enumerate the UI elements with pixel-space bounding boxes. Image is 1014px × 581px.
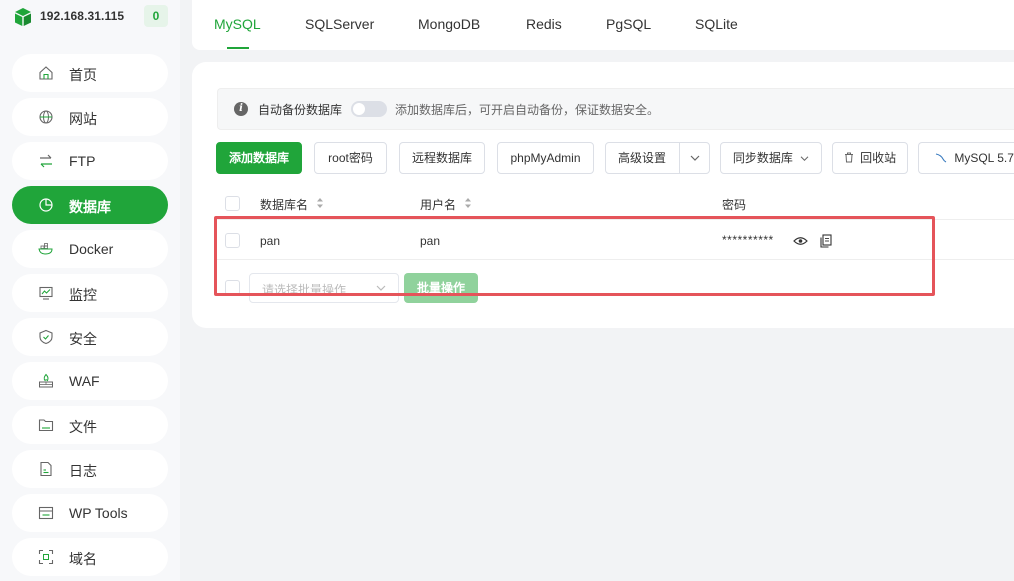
table-row <box>216 221 1014 260</box>
sidebar-item-label: 安全 <box>69 331 97 347</box>
row-checkbox[interactable] <box>225 233 240 248</box>
sort-icon[interactable] <box>464 196 472 210</box>
root-password-button[interactable]: root密码 <box>314 142 387 174</box>
sidebar-item-label: 数据库 <box>69 199 111 215</box>
tab-sqlserver[interactable]: SQLServer <box>305 16 374 32</box>
mysql-dolphin-icon <box>935 153 947 163</box>
sidebar-item-files[interactable]: 文件 <box>12 406 168 444</box>
database-icon <box>39 198 53 212</box>
sidebar-item-label: 域名 <box>69 551 97 567</box>
column-db-name[interactable]: 数据库名 <box>260 196 308 213</box>
batch-select-placeholder: 请选择批量操作 <box>262 283 347 297</box>
wordpress-icon <box>38 506 54 520</box>
copy-icon[interactable] <box>820 234 832 248</box>
sidebar-item-website[interactable]: 网站 <box>12 98 168 136</box>
table-header <box>216 188 1014 220</box>
info-icon: i <box>234 102 248 116</box>
server-ip: 192.168.31.115 <box>40 9 125 23</box>
sidebar-item-label: WAF <box>69 373 100 389</box>
sidebar-item-security[interactable]: 安全 <box>12 318 168 356</box>
sidebar-item-label: WP Tools <box>69 505 128 521</box>
chevron-down-icon[interactable] <box>690 154 700 162</box>
recycle-bin-label: 回收站 <box>860 151 897 165</box>
transfer-icon <box>40 154 52 168</box>
logo-icon <box>15 8 31 26</box>
batch-operation-select[interactable]: 请选择批量操作 <box>249 273 399 303</box>
sync-database-label: 同步数据库 <box>732 151 793 165</box>
tab-mongodb[interactable]: MongoDB <box>418 16 480 32</box>
chevron-down-icon <box>800 156 809 162</box>
notification-badge[interactable]: 0 <box>144 5 168 27</box>
sidebar-item-label: FTP <box>69 153 96 169</box>
tab-sqlite[interactable]: SQLite <box>695 16 738 32</box>
sidebar-item-domain[interactable]: 域名 <box>12 538 168 576</box>
sidebar-item-label: Docker <box>69 241 114 257</box>
sidebar: 192.168.31.115 0 首页 网站 FTP 数据库 Docker 监控… <box>0 0 180 581</box>
tab-mysql[interactable]: MySQL <box>214 16 261 32</box>
sidebar-item-monitor[interactable]: 监控 <box>12 274 168 312</box>
cell-db-name: pan <box>260 234 281 248</box>
tab-redis[interactable]: Redis <box>526 16 562 32</box>
shield-icon <box>39 329 53 345</box>
monitor-icon <box>39 286 53 300</box>
active-tab-indicator <box>227 47 249 49</box>
trash-icon <box>844 152 853 163</box>
sidebar-item-ftp[interactable]: FTP <box>12 142 168 180</box>
sort-icon[interactable] <box>316 196 324 210</box>
auto-backup-toggle[interactable] <box>351 101 387 117</box>
mysql-version-label: MySQL 5.7 <box>954 151 1014 165</box>
cell-username: pan <box>420 234 441 248</box>
sidebar-item-label: 网站 <box>69 111 97 127</box>
log-icon <box>40 461 52 477</box>
advanced-settings-button[interactable]: 高级设置 <box>605 142 710 174</box>
select-all-checkbox[interactable] <box>225 196 240 211</box>
home-icon <box>39 66 53 80</box>
tab-pgsql[interactable]: PgSQL <box>606 16 651 32</box>
backup-description: 添加数据库后，可开启自动备份，保证数据安全。 <box>395 103 660 117</box>
remote-database-button[interactable]: 远程数据库 <box>399 142 485 174</box>
add-database-button[interactable]: 添加数据库 <box>216 142 302 174</box>
phpmyadmin-button[interactable]: phpMyAdmin <box>497 142 594 174</box>
globe-icon <box>39 110 53 124</box>
sidebar-item-label: 监控 <box>69 287 97 303</box>
sidebar-item-home[interactable]: 首页 <box>12 54 168 92</box>
sidebar-item-label: 首页 <box>69 67 97 83</box>
auto-backup-label: 自动备份数据库 <box>258 103 343 117</box>
sidebar-item-label: 日志 <box>69 463 97 479</box>
column-password: 密码 <box>722 198 747 212</box>
column-username[interactable]: 用户名 <box>420 196 456 213</box>
eye-icon[interactable] <box>793 236 808 246</box>
mysql-version-button[interactable]: MySQL 5.7 <box>918 142 1014 174</box>
batch-operation-button[interactable]: 批量操作 <box>404 273 478 303</box>
sidebar-item-database[interactable]: 数据库 <box>12 186 168 224</box>
batch-select-all-checkbox[interactable] <box>225 280 240 295</box>
sidebar-item-label: 文件 <box>69 419 97 435</box>
sidebar-item-wp-tools[interactable]: WP Tools <box>12 494 168 532</box>
folder-icon <box>38 419 54 432</box>
firewall-icon <box>39 373 53 388</box>
server-header: 192.168.31.115 0 <box>0 0 180 36</box>
advanced-settings-label: 高级设置 <box>618 151 667 165</box>
sidebar-item-waf[interactable]: WAF <box>12 362 168 400</box>
sidebar-item-docker[interactable]: Docker <box>12 230 168 268</box>
sync-database-button[interactable]: 同步数据库 <box>720 142 822 174</box>
chevron-down-icon <box>376 285 386 291</box>
recycle-bin-button[interactable]: 回收站 <box>832 142 908 174</box>
sidebar-item-logs[interactable]: 日志 <box>12 450 168 488</box>
domain-icon <box>38 549 54 565</box>
cell-password: ********** <box>722 233 774 247</box>
docker-icon <box>38 243 53 255</box>
split-divider <box>679 143 680 173</box>
